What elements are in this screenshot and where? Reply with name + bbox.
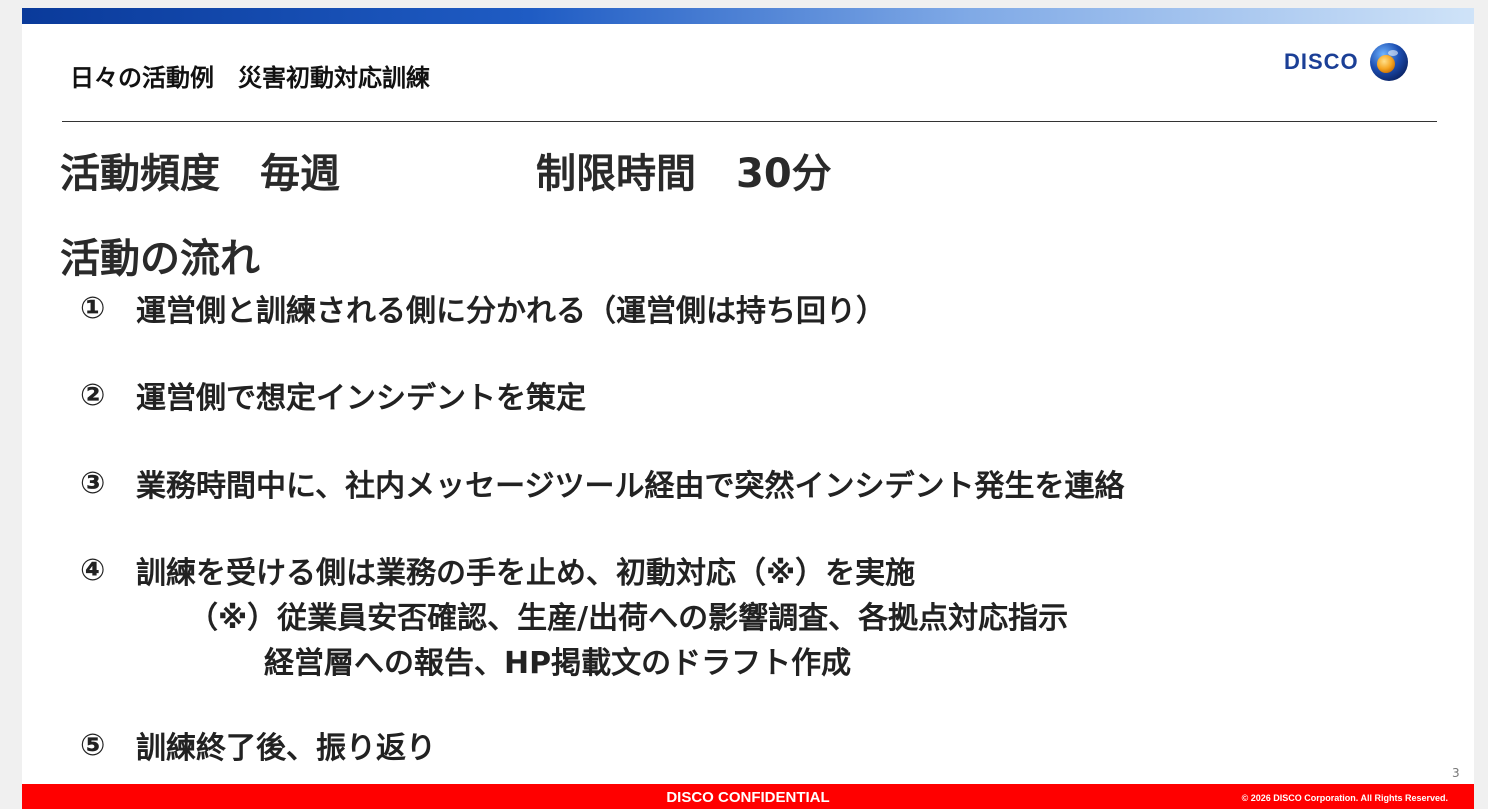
note-line-2: 経営層への報告、HP掲載文のドラフト作成 xyxy=(264,646,852,681)
title-divider xyxy=(62,121,1437,122)
top-gradient-bar xyxy=(22,8,1474,24)
time-limit: 制限時間 30分 xyxy=(536,151,832,197)
step-item: ① 運営側と訓練される側に分かれる（運営側は持ち回り） xyxy=(80,286,886,330)
disco-logo: DISCO xyxy=(1284,40,1409,84)
step-text: 業務時間中に、社内メッセージツール経由で突然インシデント発生を連絡 xyxy=(136,469,1125,504)
flow-heading: 活動の流れ xyxy=(60,236,260,282)
step-text: 運営側で想定インシデントを策定 xyxy=(136,381,586,416)
footer-bar: DISCO CONFIDENTIAL © 2026 DISCO Corporat… xyxy=(22,784,1474,809)
step-number: ② xyxy=(80,377,106,413)
activity-frequency: 活動頻度 毎週 xyxy=(60,151,340,197)
page-number: 3 xyxy=(1452,766,1460,780)
step-number: ① xyxy=(80,290,106,326)
step-item: ⑤ 訓練終了後、振り返り xyxy=(80,723,436,767)
step-number: ④ xyxy=(80,552,106,588)
slide-title: 日々の活動例 災害初動対応訓練 xyxy=(70,64,430,92)
copyright-notice: © 2026 DISCO Corporation. All Rights Res… xyxy=(1241,793,1448,803)
disco-sphere-logo-icon xyxy=(1369,43,1408,81)
step-item: ② 運営側で想定インシデントを策定 xyxy=(80,373,586,417)
step-item: ④ 訓練を受ける側は業務の手を止め、初動対応（※）を実施 xyxy=(80,548,915,592)
slide: 日々の活動例 災害初動対応訓練 DISCO 活動頻度 毎週 制限時間 30分 活… xyxy=(22,8,1474,809)
step-text: 運営側と訓練される側に分かれる（運営側は持ち回り） xyxy=(136,294,886,329)
step-item: ③ 業務時間中に、社内メッセージツール経由で突然インシデント発生を連絡 xyxy=(80,461,1125,505)
step-text: 訓練終了後、振り返り xyxy=(136,731,436,766)
note-line-1: （※）従業員安否確認、生産/出荷への影響調査、各拠点対応指示 xyxy=(188,601,1069,636)
step-number: ③ xyxy=(80,465,106,501)
step-text: 訓練を受ける側は業務の手を止め、初動対応（※）を実施 xyxy=(136,556,916,591)
step-number: ⑤ xyxy=(80,727,106,763)
logo-text: DISCO xyxy=(1284,49,1359,74)
